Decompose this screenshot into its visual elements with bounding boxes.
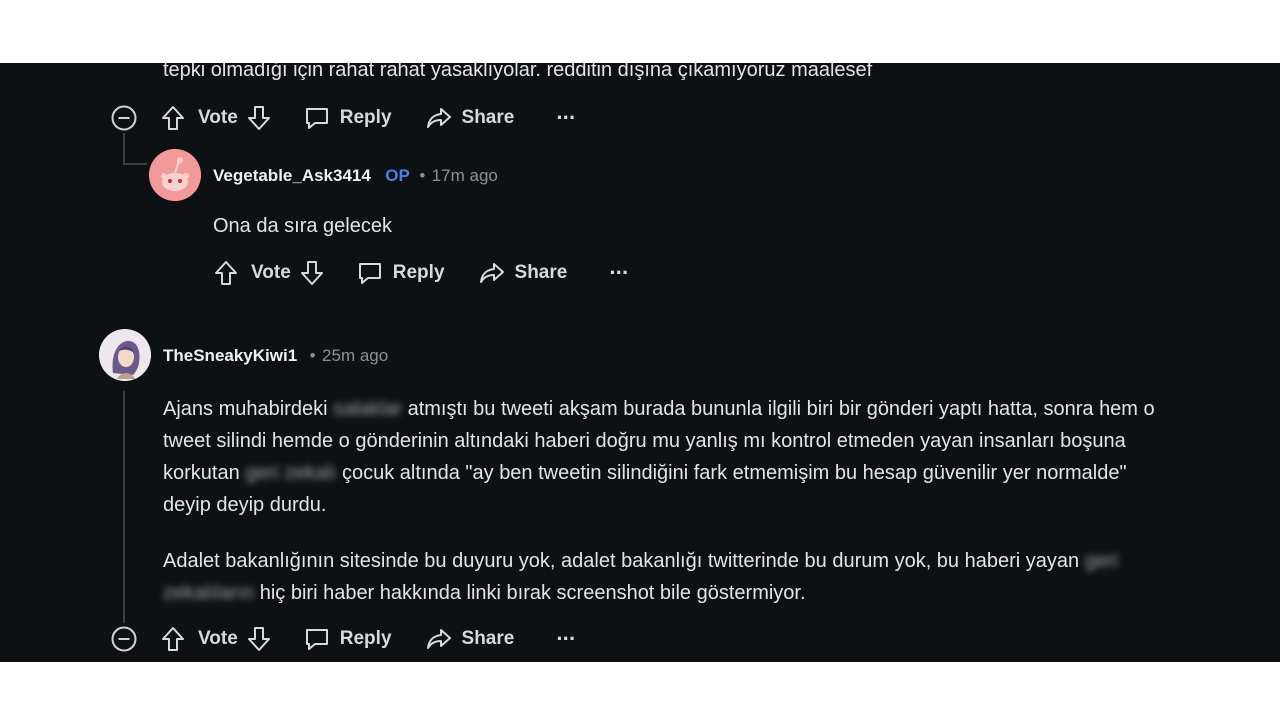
vote-label: Vote: [198, 628, 238, 649]
share-label: Share: [461, 107, 515, 128]
thread-branch: [123, 163, 147, 165]
username[interactable]: TheSneakyKiwi1: [163, 346, 297, 365]
downvote-icon: [247, 627, 270, 651]
more-options-button[interactable]: ···: [556, 626, 576, 652]
body-text: atmıştı bu tweeti akşam burada bununla i…: [407, 398, 1155, 420]
collapse-button[interactable]: [110, 104, 138, 132]
body-text: çocuk altında "ay ben tweetin silindiğin…: [342, 462, 1127, 484]
vote-label: Vote: [251, 262, 291, 283]
timestamp[interactable]: 17m ago: [432, 166, 498, 185]
separator: •: [419, 166, 426, 185]
body-line: korkutan geri zekalı çocuk altında "ay b…: [163, 457, 1273, 489]
blurred-word: geri: [1084, 550, 1119, 572]
downvote-button[interactable]: [299, 259, 325, 287]
body-line: deyip deyip durdu.: [163, 494, 327, 516]
blurred-word: salaklar: [333, 398, 403, 420]
reply-icon: [305, 108, 328, 129]
reply-button[interactable]: Reply: [304, 626, 392, 652]
username[interactable]: Vegetable_Ask3414: [213, 166, 371, 185]
body-text: Ajans muhabirdeki: [163, 398, 328, 420]
upvote-icon: [162, 627, 184, 651]
share-button[interactable]: Share: [479, 260, 568, 286]
comment-thread: tepki olmadığı için rahat rahat yasaklıy…: [0, 63, 1280, 662]
share-icon: [426, 108, 451, 128]
upvote-icon: [215, 261, 237, 285]
collapse-button[interactable]: [110, 625, 138, 653]
upvote-button[interactable]: [213, 259, 239, 287]
reply-icon: [305, 629, 328, 650]
thread-line: [123, 391, 125, 623]
collapse-icon: [111, 105, 137, 131]
separator: •: [309, 346, 316, 365]
blurred-word: geri zekalı: [245, 462, 337, 484]
comment-action-bar: Vote Reply Share ···: [110, 101, 576, 135]
upvote-icon: [162, 106, 184, 130]
more-icon: ···: [556, 105, 576, 130]
share-button[interactable]: Share: [426, 105, 515, 131]
vote-label: Vote: [198, 107, 238, 128]
timestamp[interactable]: 25m ago: [322, 346, 388, 365]
share-icon: [426, 629, 451, 649]
share-icon: [479, 263, 504, 283]
blurred-word: zekalıların: [163, 582, 255, 604]
body-text: korkutan: [163, 462, 240, 484]
avatar[interactable]: [149, 149, 201, 201]
downvote-icon: [300, 261, 323, 285]
upvote-button[interactable]: [160, 625, 186, 653]
comment-body: Ona da sıra gelecek: [213, 215, 392, 237]
more-icon: ···: [609, 260, 629, 285]
comment-body-tail: tepki olmadığı için rahat rahat yasaklıy…: [163, 63, 873, 81]
comment-header: TheSneakyKiwi1 • 25m ago: [163, 346, 388, 366]
thread-line: [123, 133, 125, 165]
downvote-button[interactable]: [246, 104, 272, 132]
comment-action-bar: Vote Reply Share ···: [213, 256, 629, 290]
more-icon: ···: [556, 626, 576, 651]
share-label: Share: [514, 262, 568, 283]
reply-button[interactable]: Reply: [357, 260, 445, 286]
body-line: zekalıların hiç biri haber hakkında link…: [163, 577, 1273, 609]
comment-header: Vegetable_Ask3414 OP • 17m ago: [213, 166, 498, 186]
reply-label: Reply: [339, 628, 392, 649]
reply-label: Reply: [339, 107, 392, 128]
body-text: hiç biri haber hakkında linki bırak scre…: [259, 582, 806, 604]
op-badge: OP: [385, 166, 410, 185]
more-options-button[interactable]: ···: [556, 105, 576, 131]
comment-body: Adalet bakanlığının sitesinde bu duyuru …: [163, 545, 1273, 609]
share-label: Share: [461, 628, 515, 649]
downvote-icon: [247, 106, 270, 130]
user-avatar-icon: [99, 329, 151, 381]
avatar[interactable]: [99, 329, 151, 381]
reply-icon: [358, 263, 381, 284]
collapse-icon: [111, 626, 137, 652]
share-button[interactable]: Share: [426, 626, 515, 652]
more-options-button[interactable]: ···: [609, 260, 629, 286]
body-text: Adalet bakanlığının sitesinde bu duyuru …: [163, 550, 1080, 572]
body-line: Ajans muhabirdeki salaklar atmıştı bu tw…: [163, 393, 1273, 425]
reply-button[interactable]: Reply: [304, 105, 392, 131]
downvote-button[interactable]: [246, 625, 272, 653]
body-line: Adalet bakanlığının sitesinde bu duyuru …: [163, 545, 1273, 577]
reply-label: Reply: [392, 262, 445, 283]
comment-action-bar: Vote Reply Share ···: [110, 622, 576, 656]
comment-body: Ajans muhabirdeki salaklar atmıştı bu tw…: [163, 393, 1273, 521]
body-line: tweet silindi hemde o gönderinin altında…: [163, 430, 1126, 452]
upvote-button[interactable]: [160, 104, 186, 132]
snoo-avatar-icon: [149, 149, 201, 201]
